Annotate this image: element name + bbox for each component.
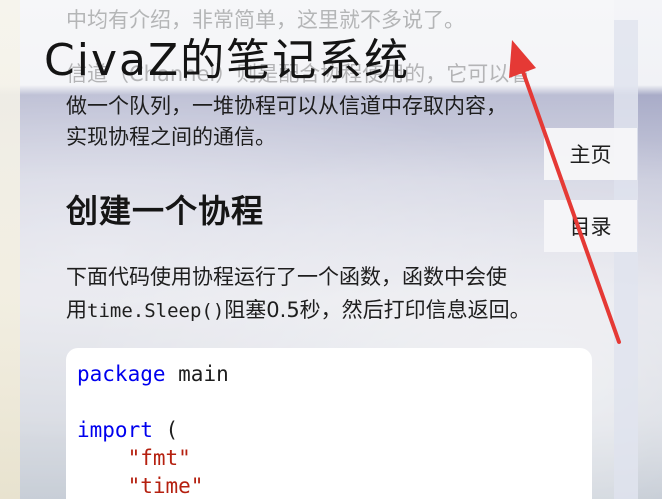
- right-scroll-strip: [614, 20, 638, 499]
- code-line: package main: [77, 360, 592, 388]
- description-prefix: 用: [66, 298, 87, 322]
- section-heading: 创建一个协程: [66, 192, 265, 230]
- code-string: "time": [127, 474, 204, 498]
- code-string: "fmt": [127, 446, 191, 470]
- home-button[interactable]: 主页: [544, 128, 637, 180]
- code-keyword: import: [77, 418, 153, 442]
- channel-paragraph-line3: 实现协程之间的通信。: [66, 125, 276, 149]
- code-line: "time": [77, 472, 592, 499]
- toc-button[interactable]: 目录: [544, 200, 637, 252]
- left-margin-strip: [0, 0, 20, 499]
- description-line1: 下面代码使用协程运行了一个函数，函数中会使: [66, 265, 507, 289]
- description-suffix: 阻塞0.5秒，然后打印信息返回。: [224, 298, 531, 322]
- site-logo[interactable]: CivaZ的笔记系统: [44, 24, 464, 86]
- code-line: import (: [77, 416, 592, 444]
- code-keyword: package: [77, 362, 166, 386]
- description-line2: 用time.Sleep()阻塞0.5秒，然后打印信息返回。: [66, 294, 596, 328]
- code-line: "fmt": [77, 444, 592, 472]
- code-text: (: [152, 418, 179, 442]
- channel-paragraph-line2: 做一个队列，一堆协程可以从信道中存取内容，: [66, 94, 507, 118]
- code-block[interactable]: package main import ( "fmt" "time": [66, 348, 592, 499]
- inline-code-sleep: time.Sleep(): [87, 300, 225, 322]
- code-text: main: [165, 362, 229, 386]
